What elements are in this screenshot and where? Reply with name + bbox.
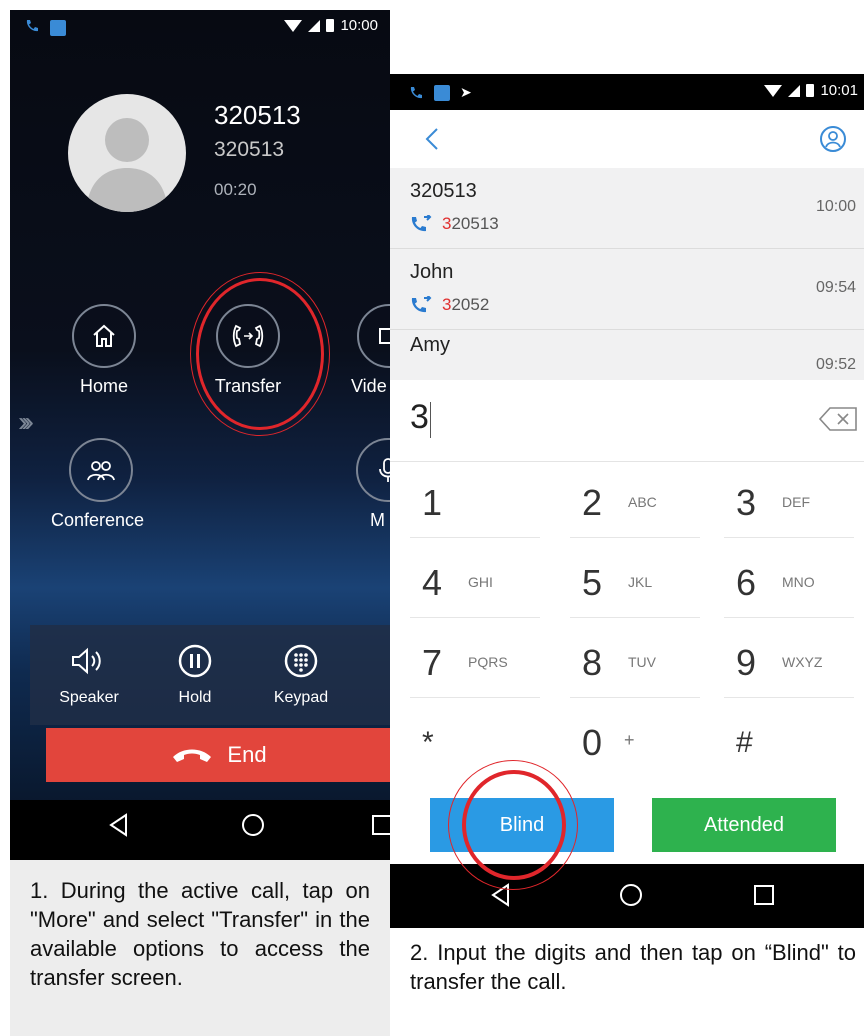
home-label: Home	[79, 376, 128, 396]
transfer-icon	[232, 324, 264, 348]
end-label: End	[227, 742, 267, 767]
signal-icon-2	[788, 84, 801, 97]
contact-time: 09:54	[815, 279, 856, 296]
status-bar-2: ➤ 10:01	[390, 74, 864, 110]
call-duration: 00:20	[214, 180, 257, 199]
battery-icon-2	[806, 84, 815, 97]
home-button[interactable]: Home	[49, 304, 159, 397]
video-button[interactable]: Vide	[337, 304, 390, 397]
signal-icon	[308, 19, 321, 32]
dial-key-8[interactable]: 8 TUV	[560, 624, 710, 702]
step-1-caption: 1. During the active call, tap on "More"…	[10, 860, 390, 1036]
dial-key-9[interactable]: 9 WXYZ	[714, 624, 864, 702]
dialpad-icon	[284, 644, 318, 678]
conference-label: Conference	[51, 510, 145, 530]
call-control-bar: Speaker Hold Keypad	[30, 625, 390, 725]
call-log-icon	[411, 296, 432, 313]
back-arrow-icon[interactable]	[424, 126, 440, 152]
back-nav-icon[interactable]	[108, 812, 130, 838]
recents-nav-icon-2[interactable]	[752, 882, 776, 908]
matching-contacts-list: 320513 320513 10:00 John 32052 09:54 Amy…	[390, 168, 864, 380]
contact-name: 320513	[410, 180, 477, 202]
step-2-caption: 2. Input the digits and then tap on “Bli…	[410, 940, 856, 994]
wifi-icon-2	[764, 84, 783, 97]
status-bar: 10:00	[10, 10, 390, 46]
video-icon	[379, 328, 390, 344]
dial-key-6[interactable]: 6 MNO	[714, 544, 864, 622]
keypad-button[interactable]: Keypad	[256, 639, 346, 707]
home-nav-icon-2[interactable]	[618, 882, 644, 908]
navigation-bar-2	[390, 864, 864, 928]
video-label: Vide	[351, 376, 387, 396]
microphone-icon	[379, 458, 390, 482]
list-item[interactable]: Amy 09:52	[390, 330, 864, 380]
notification-arrow-icon: ➤	[460, 84, 472, 100]
backspace-icon[interactable]	[818, 406, 858, 432]
caller-avatar	[68, 94, 186, 212]
dial-key-7[interactable]: 7 PQRS	[400, 624, 550, 702]
speaker-icon	[72, 647, 101, 675]
transfer-label: Transfer	[214, 376, 282, 396]
blind-transfer-button[interactable]: Blind	[430, 798, 614, 852]
navigation-bar	[10, 800, 390, 860]
transfer-header	[390, 110, 864, 168]
contact-time: 10:00	[815, 198, 856, 215]
mute-button[interactable]: M	[340, 438, 390, 531]
call-status-icon	[24, 18, 40, 38]
dial-key-1[interactable]: 1	[400, 464, 550, 542]
mute-label: M	[370, 510, 385, 530]
dial-key-0[interactable]: 0 +	[560, 704, 710, 782]
dial-key-hash[interactable]: #	[714, 704, 864, 782]
dial-key-2[interactable]: 2 ABC	[560, 464, 710, 542]
contact-number: 320513	[442, 214, 499, 233]
expand-arrows-icon[interactable]: ›››	[18, 406, 34, 438]
conference-icon	[87, 461, 115, 481]
caller-number: 320513	[214, 138, 285, 161]
speaker-label: Speaker	[59, 689, 119, 706]
keypad-label: Keypad	[273, 689, 329, 706]
blind-label: Blind	[499, 813, 545, 836]
contact-number: 32052	[442, 295, 490, 314]
call-log-icon	[411, 215, 432, 232]
call-screen: 10:00 320513 320513 00:20 Home Transfer	[10, 10, 390, 860]
dial-input[interactable]: 3	[390, 380, 864, 462]
attended-label: Attended	[703, 813, 785, 836]
dial-key-3[interactable]: 3 DEF	[714, 464, 864, 542]
contacts-icon[interactable]	[818, 124, 848, 154]
dial-key-4[interactable]: 4 GHI	[400, 544, 550, 622]
transfer-screen: ➤ 10:01 320513 320513 10:00 John 32052 0…	[390, 74, 864, 928]
back-nav-icon-2[interactable]	[490, 882, 512, 908]
contact-name: Amy	[410, 334, 450, 356]
battery-icon	[326, 19, 335, 32]
dial-key-5[interactable]: 5 JKL	[560, 544, 710, 622]
hold-label: Hold	[178, 689, 212, 706]
end-call-button[interactable]: End	[46, 728, 390, 782]
caller-name: 320513	[214, 100, 301, 130]
home-nav-icon[interactable]	[240, 812, 266, 838]
text-cursor	[430, 402, 431, 438]
home-icon	[93, 324, 115, 347]
contact-name: John	[410, 261, 454, 283]
status-time: 10:00	[340, 17, 378, 34]
wifi-icon	[284, 19, 303, 32]
dialed-digits: 3	[410, 398, 429, 436]
transfer-button[interactable]: Transfer	[193, 304, 303, 397]
pause-icon	[178, 644, 212, 678]
recents-nav-icon[interactable]	[370, 812, 390, 838]
call-status-icon-2	[410, 86, 422, 98]
conference-button[interactable]: Conference	[49, 438, 179, 531]
status-time-2: 10:01	[820, 82, 858, 99]
contact-time: 09:52	[815, 356, 856, 373]
hang-up-icon	[173, 749, 212, 762]
hold-button[interactable]: Hold	[150, 639, 240, 707]
list-item[interactable]: 320513 320513 10:00	[390, 168, 864, 249]
app-notification-icon	[50, 20, 66, 36]
dial-key-star[interactable]: *	[400, 704, 550, 782]
list-item[interactable]: John 32052 09:54	[390, 249, 864, 330]
attended-transfer-button[interactable]: Attended	[652, 798, 836, 852]
speaker-button[interactable]: Speaker	[44, 639, 134, 707]
app-notification-icon-2	[434, 84, 450, 101]
